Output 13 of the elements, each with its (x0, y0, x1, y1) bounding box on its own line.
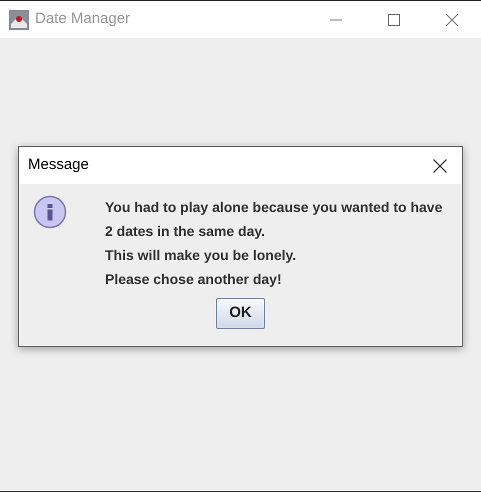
minimize-icon (330, 18, 342, 20)
close-icon (433, 158, 447, 172)
window-title: Date Manager (35, 9, 130, 30)
app-icon (9, 10, 29, 30)
message-text: You had to play alone because you wanted to have (105, 198, 442, 217)
ok-button[interactable]: OK (216, 298, 265, 329)
close-icon (446, 14, 458, 26)
message-text: This will make you be lonely. (105, 246, 298, 265)
dialog-title: Message (28, 155, 89, 176)
message-text: 2 dates in the same day. (105, 222, 266, 241)
message-text: Please chose another day! (105, 270, 283, 289)
info-icon (33, 195, 67, 229)
maximize-icon (388, 14, 400, 26)
